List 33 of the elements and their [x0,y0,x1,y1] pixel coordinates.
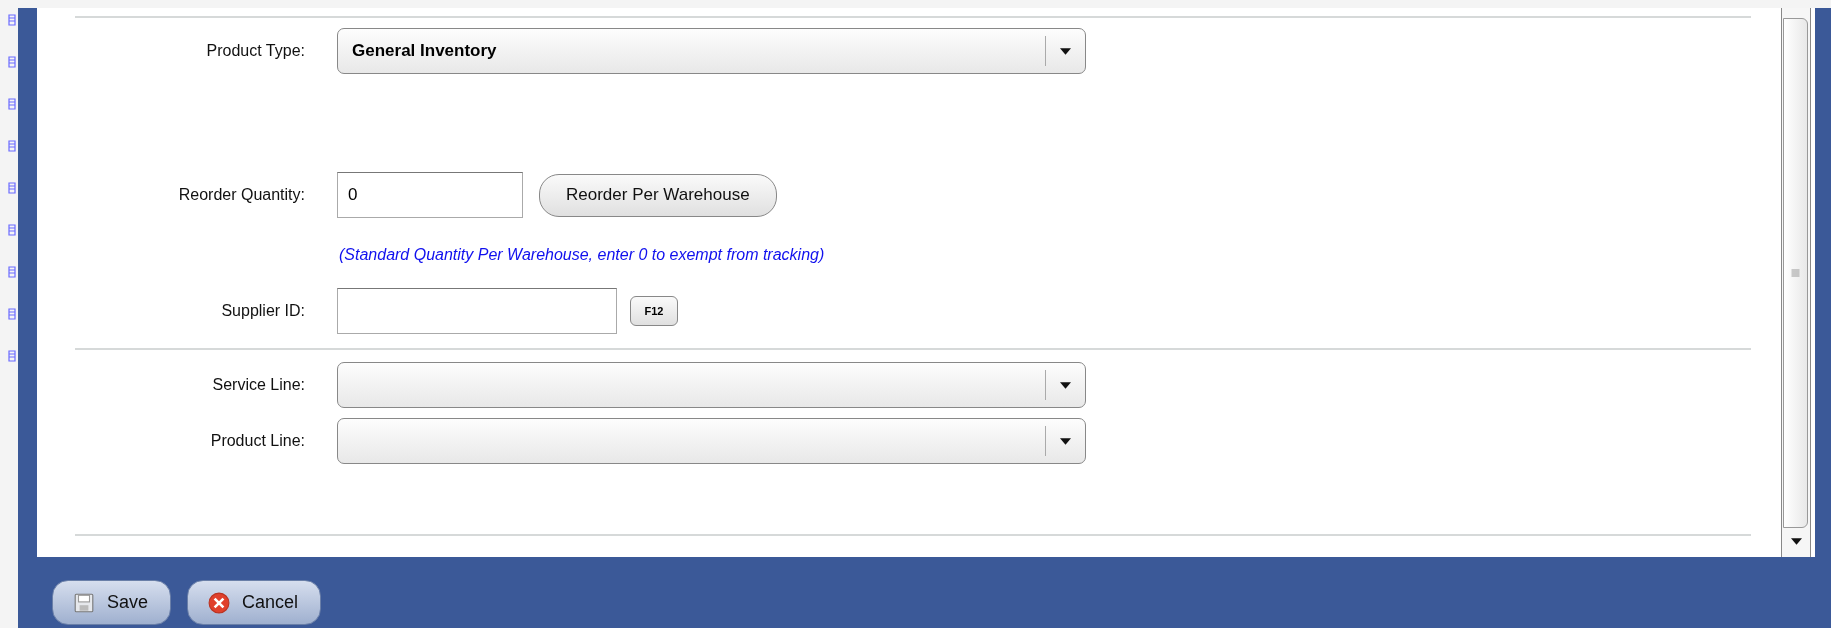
field-label: Service Line: [211,376,306,394]
cancel-icon [208,591,231,614]
input-field[interactable] [337,288,617,334]
caret-icon [1060,47,1071,55]
grid-icon [8,350,16,362]
grid-icon [8,308,16,320]
scrollbar[interactable] [1781,8,1811,557]
dropdown-field[interactable] [337,418,1086,464]
grid-icon [8,224,16,236]
field-label: Product Type: [205,42,306,60]
field-label: Supplier ID: [220,302,306,320]
grip-icon [1791,269,1800,277]
grid-icon [8,182,16,194]
dropdown-field[interactable]: General Inventory [337,28,1086,74]
grid-icon [8,140,16,152]
dropdown-field[interactable] [337,362,1086,408]
caret-icon [1060,381,1071,389]
reorder-button[interactable]: Reorder Per Warehouse [539,173,777,217]
field-label: Reorder Quantity: [177,186,306,204]
hint-text: (Standard Quantity Per Warehouse, enter 0 to exempt from tracking) [339,246,825,263]
caret-icon [1060,437,1071,445]
grid-icon [8,266,16,278]
grid-icon [8,56,16,68]
dropdown-value: General Inventory [351,41,498,61]
save-button[interactable]: Save [52,580,172,625]
scroll-down-icon[interactable] [1790,538,1802,545]
scroll-thumb[interactable] [1783,18,1808,528]
grid-icon [8,14,16,26]
field-label: Product Line: [209,432,306,450]
grid-icon [8,98,16,110]
input-field[interactable]: 0 [337,172,523,218]
lookup-button[interactable]: F12 [630,296,678,326]
cancel-button[interactable]: Cancel [187,580,322,625]
